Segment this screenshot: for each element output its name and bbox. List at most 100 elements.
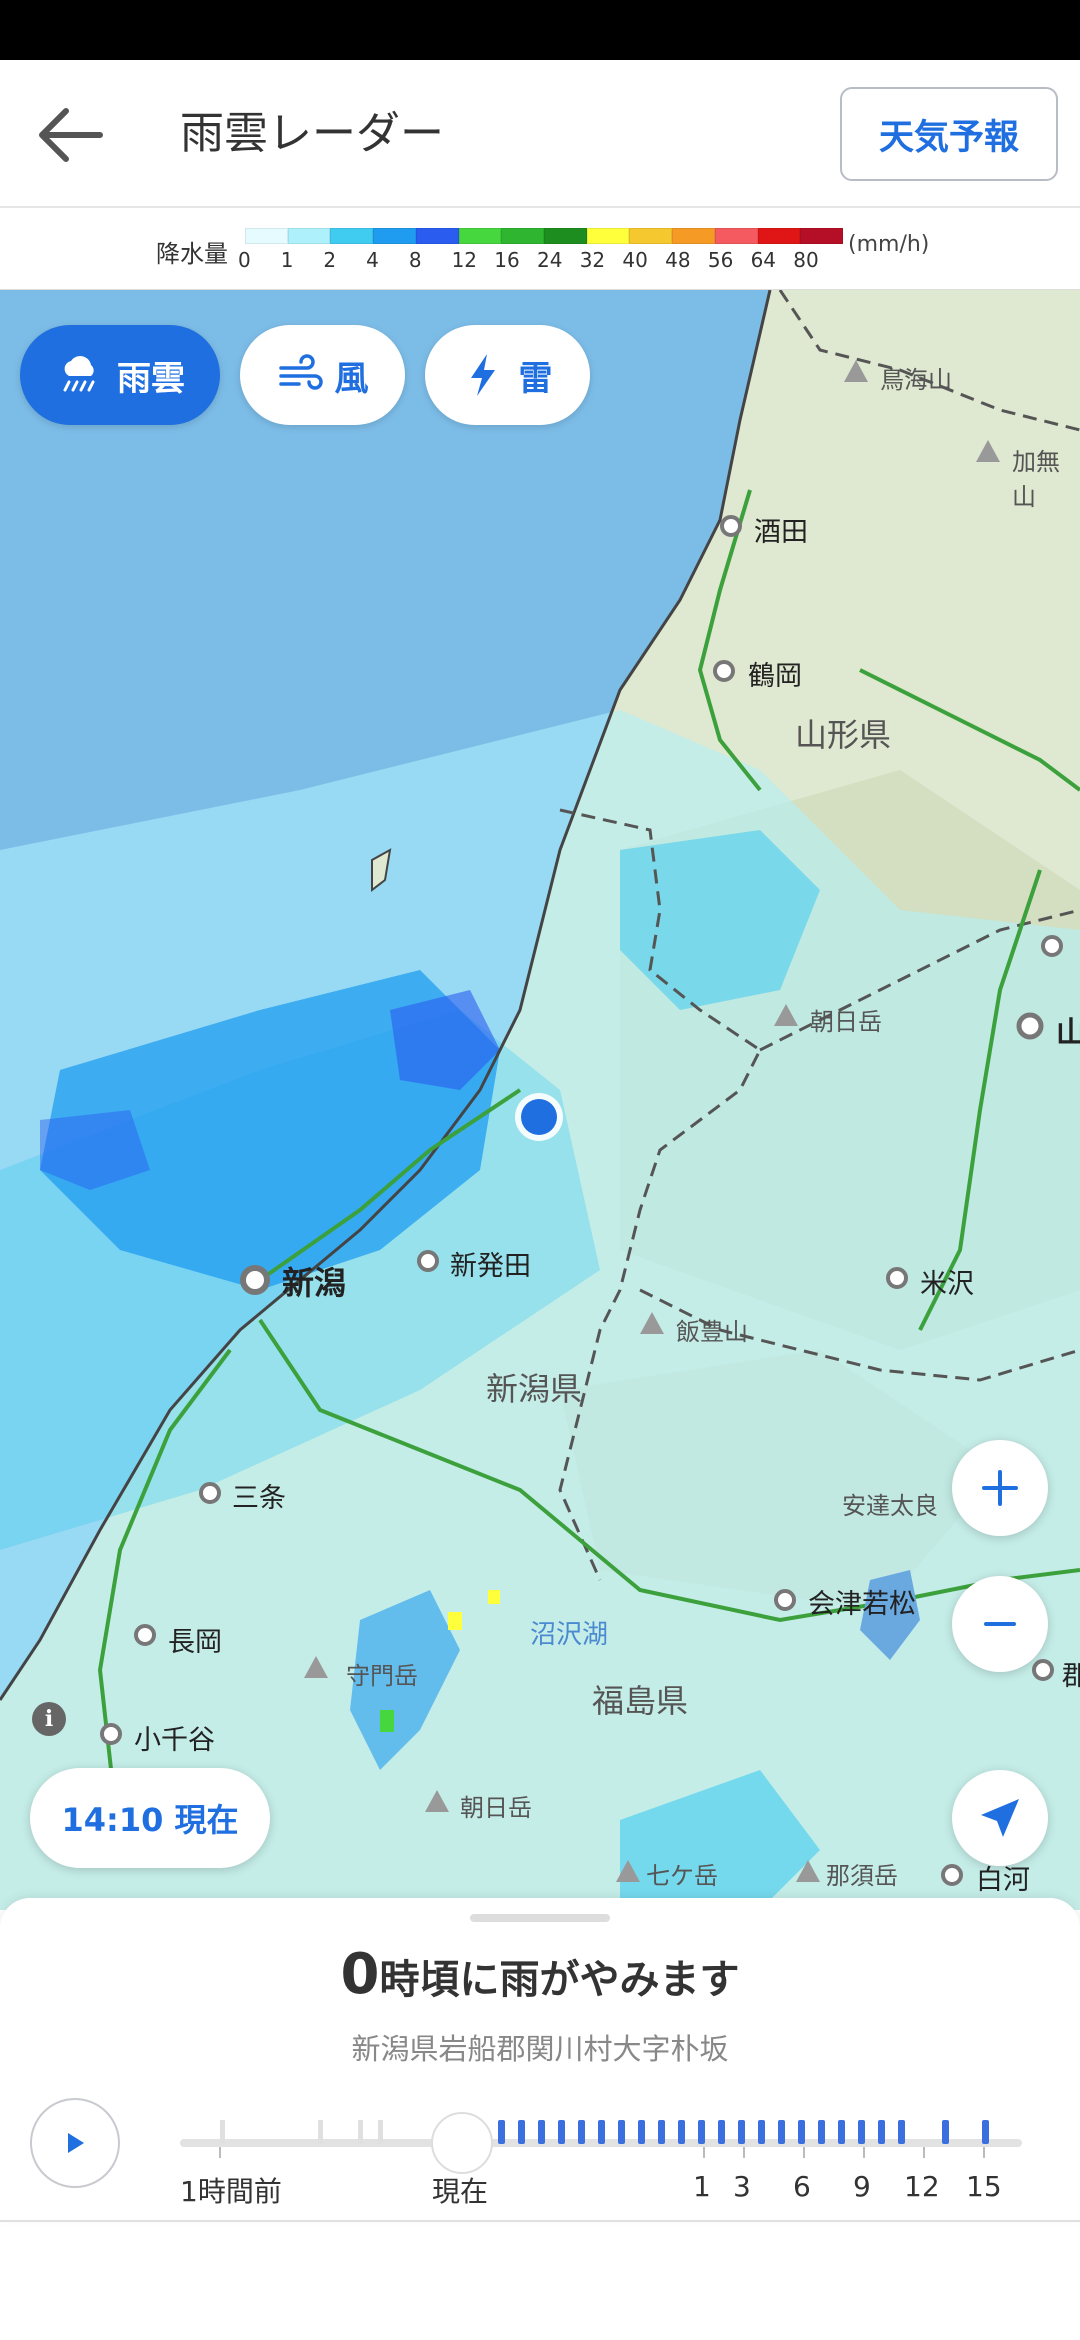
map-label: 長岡 — [168, 1627, 222, 1658]
legend-swatch — [672, 228, 715, 244]
info-icon[interactable]: i — [32, 1702, 66, 1736]
legend-label: 40 — [622, 248, 648, 272]
wind-icon — [278, 354, 323, 390]
map-label: 新潟県 — [486, 1370, 583, 1408]
legend-swatch — [800, 228, 844, 244]
rain-stop-headline: 0時頃に雨がやみます — [0, 1942, 1080, 2007]
map-label: 山形県 — [795, 716, 892, 754]
minus-icon — [984, 1622, 1016, 1626]
timeline-track — [180, 2112, 1022, 2174]
forecast-tick — [838, 2120, 845, 2144]
zoom-in-button[interactable] — [952, 1440, 1048, 1536]
legend-label: 16 — [494, 248, 520, 272]
timeline-slider[interactable] — [180, 2098, 1030, 2198]
map-label: 飯豊山 — [676, 1318, 748, 1346]
forecast-tick — [738, 2120, 745, 2144]
map-label: 守門岳 — [346, 1662, 418, 1690]
forecast-tick — [758, 2120, 765, 2144]
layer-lightning-button[interactable]: 雷 — [425, 325, 590, 425]
legend-label: 4 — [366, 248, 379, 272]
legend-swatch — [245, 228, 288, 244]
forecast-tick — [942, 2120, 949, 2144]
forecast-sheet: 0時頃に雨がやみます 新潟県岩船郡関川村大字朴坂 1時間前 現在 1 3 6 9 — [0, 1898, 1080, 2220]
legend-labels: 0 1 2 4 8 12 16 24 32 40 48 56 64 80 — [236, 248, 856, 278]
forecast-tick — [798, 2120, 805, 2144]
forecast-tick — [598, 2120, 605, 2144]
forecast-tick — [898, 2120, 905, 2144]
nav-divider — [0, 2220, 1080, 2222]
app-header: 雨雲レーダー 天気予報 — [0, 60, 1080, 208]
legend-swatch — [714, 228, 758, 244]
legend-color-bar — [245, 228, 844, 244]
layer-rain-cloud-button[interactable]: 雨雲 — [20, 325, 220, 425]
forecast-tick — [878, 2120, 885, 2144]
map-label: 新発田 — [450, 1251, 531, 1282]
arrow-left-icon — [39, 108, 103, 162]
zoom-out-button[interactable] — [952, 1576, 1048, 1672]
weather-forecast-button[interactable]: 天気予報 — [840, 87, 1058, 181]
forecast-tick — [818, 2120, 825, 2144]
map-label: 七ケ岳 — [646, 1862, 718, 1890]
forecast-tick — [558, 2120, 565, 2144]
current-location-button[interactable] — [952, 1770, 1048, 1866]
legend-swatch — [629, 228, 673, 244]
headline-number: 0 — [340, 1942, 380, 2007]
sheet-handle[interactable] — [470, 1914, 610, 1922]
legend-label: 8 — [408, 248, 422, 272]
forecast-tick — [678, 2120, 685, 2144]
forecast-tick — [698, 2120, 705, 2144]
forecast-tick — [618, 2120, 625, 2144]
forecast-tick — [638, 2120, 645, 2144]
legend-label: 48 — [665, 248, 691, 272]
legend-label: 24 — [537, 248, 563, 272]
back-button[interactable] — [30, 95, 110, 175]
timeline-label: 3 — [733, 2170, 751, 2203]
forecast-tick — [778, 2120, 785, 2144]
layer-wind-button[interactable]: 風 — [240, 325, 405, 425]
plus-icon — [982, 1470, 1018, 1506]
status-bar — [0, 0, 1080, 60]
legend-label: 80 — [793, 248, 819, 272]
page-title: 雨雲レーダー — [180, 108, 444, 159]
legend-title: 降水量 — [156, 240, 228, 268]
legend-swatch — [544, 228, 587, 244]
map-label: 新潟 — [282, 1264, 347, 1302]
timeline-label: 1 — [693, 2170, 711, 2203]
legend-swatch — [757, 228, 801, 244]
forecast-tick — [518, 2120, 525, 2144]
map-label: 朝日岳 — [460, 1794, 532, 1822]
legend-unit: (mm/h) — [848, 232, 930, 257]
map-label: 福島県 — [592, 1682, 689, 1720]
layer-label: 雨雲 — [117, 358, 185, 399]
legend-label: 64 — [750, 248, 777, 272]
legend-swatch — [330, 228, 374, 244]
map-label: 三条 — [232, 1483, 286, 1514]
map-label: 山 — [1056, 1016, 1080, 1051]
map-label: 加無山 — [1012, 448, 1060, 511]
forecast-tick — [498, 2120, 505, 2144]
forecast-tick — [538, 2120, 545, 2144]
map-label: 朝日岳 — [810, 1008, 882, 1036]
map-canvas — [0, 290, 1080, 1910]
timeline-label: 9 — [853, 2170, 871, 2203]
layer-label: 風 — [334, 358, 369, 399]
play-button[interactable] — [30, 2098, 120, 2188]
timeline-label: 15 — [966, 2170, 1002, 2203]
layer-label: 雷 — [518, 358, 553, 399]
forecast-tick — [982, 2120, 989, 2144]
legend-label: 56 — [707, 248, 734, 272]
timeline-label: 12 — [904, 2170, 940, 2203]
current-time-chip[interactable]: 14:10 現在 — [30, 1768, 270, 1868]
map-label: 鳥海山 — [880, 366, 952, 394]
legend-swatch — [415, 228, 459, 244]
legend-label: 0 — [238, 248, 251, 272]
legend-swatch — [501, 228, 545, 244]
headline-text: 時頃に雨がやみます — [379, 1957, 740, 2003]
forecast-tick — [718, 2120, 725, 2144]
legend-label: 12 — [451, 248, 478, 272]
map-label: 安達太良 — [842, 1492, 938, 1520]
radar-map[interactable]: 鳥海山 加無山 酒田 鶴岡 山形県 朝日岳 山 新潟 新発田 米沢 飯豊山 新潟… — [0, 290, 1080, 1910]
play-icon — [68, 2133, 84, 2153]
legend-swatch — [287, 228, 331, 244]
legend-swatch — [458, 228, 502, 244]
